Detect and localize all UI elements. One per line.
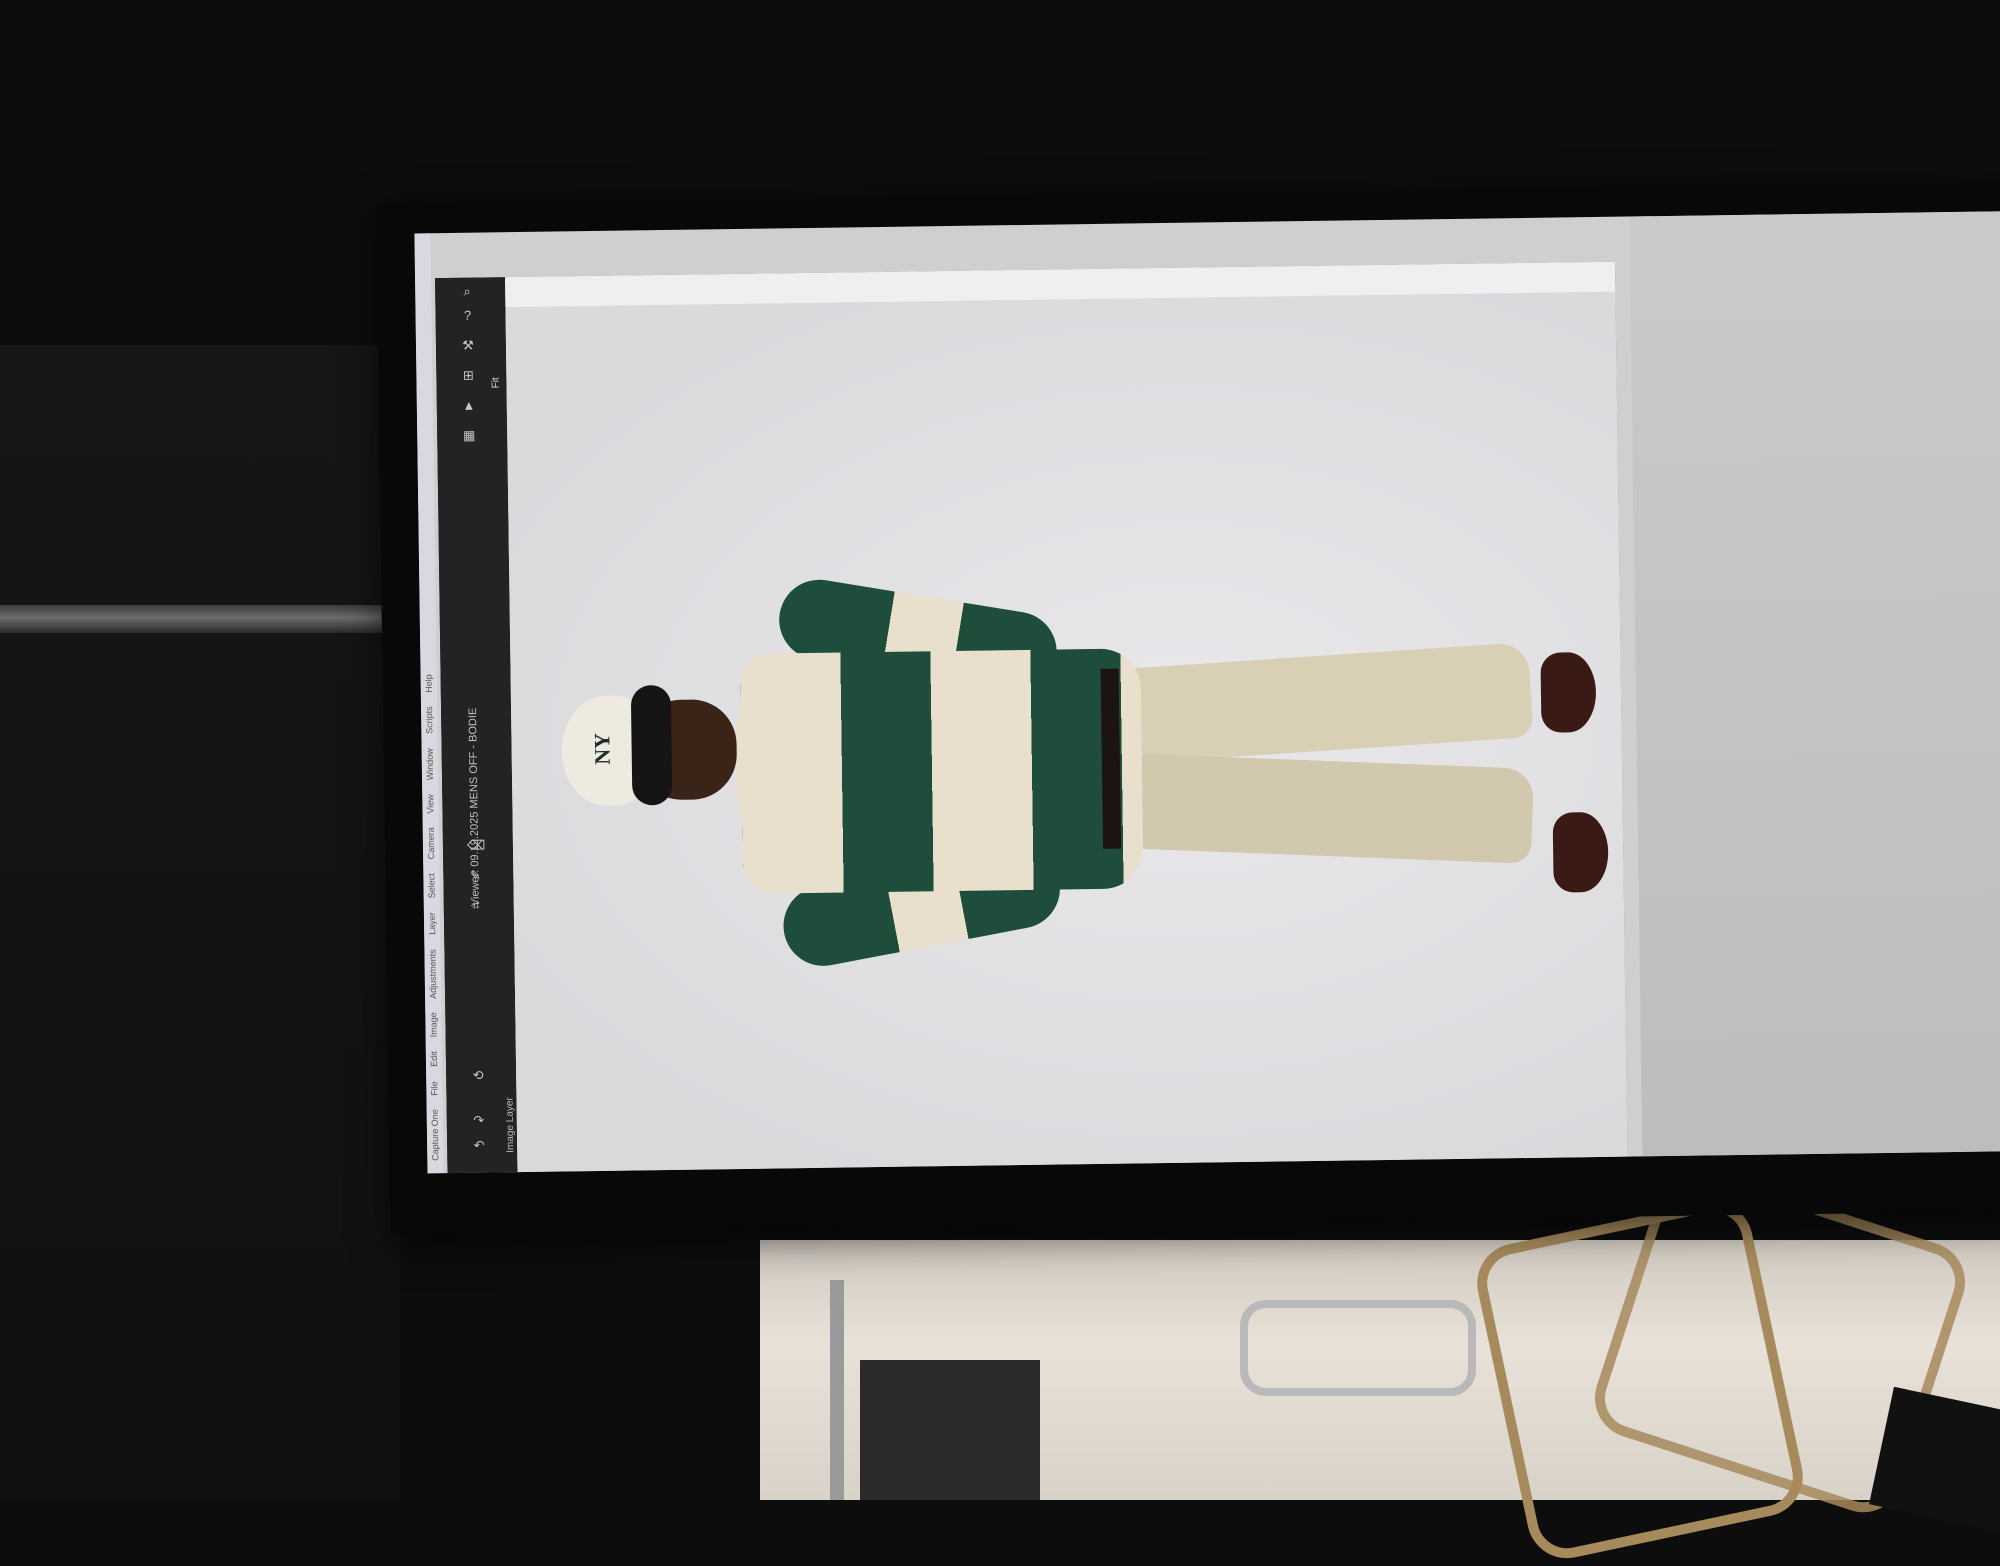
layer-selector[interactable]: Image Layer (504, 1097, 516, 1153)
studio-wall (0, 345, 400, 1500)
menu-file[interactable]: File (429, 1081, 439, 1096)
menu-view[interactable]: View (425, 794, 435, 813)
monitor-screen: Capture One File Edit Image Adjustments … (414, 211, 2000, 1174)
photo-backdrop: NY (505, 291, 1628, 1173)
menu-edit[interactable]: Edit (429, 1052, 439, 1068)
model-belt (1100, 668, 1122, 849)
menu-select[interactable]: Select (426, 874, 436, 899)
light-stand (830, 1280, 844, 1500)
menu-image[interactable]: Image (428, 1013, 438, 1038)
search-icon[interactable]: ⌕ (459, 284, 475, 300)
model-leg-upper (1108, 642, 1534, 765)
model-collar (736, 703, 798, 825)
wall-trim (0, 605, 390, 633)
overlay-icon[interactable]: ⊞ (460, 368, 476, 384)
image-viewer[interactable]: NY (505, 261, 1628, 1173)
model-shoe-right (1552, 811, 1609, 893)
chrome-chair (1240, 1300, 1476, 1396)
warning-icon[interactable]: ▲ (461, 398, 477, 414)
help-icon[interactable]: ? (459, 308, 475, 324)
model-cap-brim (630, 684, 673, 806)
tools-icon[interactable]: ⚒ (460, 338, 476, 354)
viewer-file-name: Viewer: 09.19.2025 MENS OFF - BODIE (467, 707, 482, 907)
zoom-fit-label[interactable]: Fit (490, 377, 501, 388)
redo-icon[interactable]: ↷ (471, 1113, 487, 1129)
menu-app[interactable]: Capture One (430, 1110, 441, 1162)
menu-adjustments[interactable]: Adjustments (427, 949, 438, 999)
grid-view-icon[interactable]: ▦ (461, 428, 477, 444)
desktop-background (1629, 211, 2000, 1157)
undo-icon[interactable]: ↶ (471, 1138, 487, 1154)
rotate-icon[interactable]: ⟲ (470, 1068, 486, 1084)
menu-help[interactable]: Help (424, 674, 434, 693)
model-photo: NY (505, 292, 1627, 1172)
capture-one-window: ↶ ↷ ⟲ ⌗ ✎ ⌫ ▦ ▲ ⊞ ⚒ ? ⌕ Viewer: 09.19.20… (435, 261, 1628, 1174)
menu-window[interactable]: Window (425, 748, 435, 780)
cap-logo: NY (589, 732, 615, 765)
menu-scripts[interactable]: Scripts (424, 707, 434, 735)
tool-strip: ↶ ↷ ⟲ ⌗ ✎ ⌫ ▦ ▲ ⊞ ⚒ ? ⌕ Viewer: 09.19.20… (435, 277, 518, 1174)
equipment-case (860, 1360, 1040, 1500)
menu-layer[interactable]: Layer (427, 913, 437, 936)
monitor: Capture One File Edit Image Adjustments … (376, 181, 2000, 1234)
model-sweater (740, 648, 1144, 894)
model-leg-lower (1110, 752, 1535, 864)
dark-equipment (1869, 1386, 2000, 1534)
menu-camera[interactable]: Camera (426, 828, 436, 860)
model-shoe-left (1540, 652, 1597, 733)
